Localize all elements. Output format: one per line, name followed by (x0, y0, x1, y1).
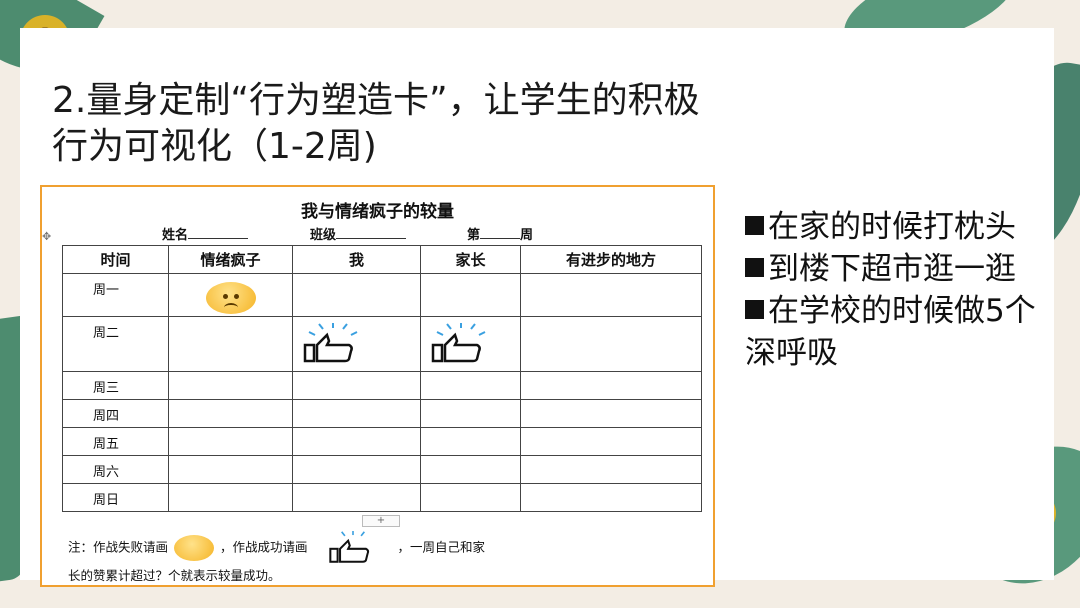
parent-cell (420, 483, 521, 512)
me-cell (292, 371, 421, 400)
behavior-table: 时间 情绪疯子 我 家长 有进步的地方 周一 周二 周三 周四 周五 周六 周日 (62, 245, 702, 512)
day-cell: 周二 (62, 316, 169, 372)
day-cell: 周五 (62, 427, 169, 456)
slide-title: 2.量身定制“行为塑造卡”，让学生的积极 行为可视化（1-2周) (52, 78, 700, 170)
bullet-item: 在家的时候打枕头 (745, 206, 1045, 248)
column-header: 家长 (420, 245, 521, 274)
name-field: 姓名 (162, 224, 249, 243)
parent-cell (420, 399, 521, 428)
title-line-1: 2.量身定制“行为塑造卡”，让学生的积极 (52, 80, 700, 121)
parent-cell (420, 316, 521, 372)
name-label: 姓名 (162, 228, 189, 243)
me-cell (292, 399, 421, 428)
progress-cell (520, 273, 702, 317)
bullet-item: 在学校的时候做5个深呼吸 (745, 290, 1045, 374)
table-row: 周二 (62, 316, 702, 372)
bullet-text: 到楼下超市逛一逛 (768, 251, 1016, 287)
week-field: 第周 (467, 224, 533, 243)
title-line-2: 行为可视化（1-2周) (52, 126, 377, 167)
class-field: 班级 (310, 224, 407, 243)
table-row: 周四 (62, 399, 702, 428)
progress-cell (520, 455, 702, 484)
parent-cell (420, 455, 521, 484)
sad-face-icon (174, 535, 215, 561)
emotion-cell (168, 399, 293, 428)
column-header: 有进步的地方 (520, 245, 702, 274)
parent-cell (420, 371, 521, 400)
bullet-text: 在家的时候打枕头 (768, 209, 1016, 245)
add-row-button[interactable]: + (362, 515, 400, 527)
note-line-2: 长的赞累计超过？个就表示较量成功。 (68, 568, 281, 583)
emotion-cell (168, 483, 293, 512)
note-text-2: ，作战成功请画 (220, 539, 308, 555)
table-row: 周日 (62, 483, 702, 512)
emotion-cell (168, 273, 293, 317)
progress-cell (520, 371, 702, 400)
me-cell (292, 273, 421, 317)
emotion-cell (168, 427, 293, 456)
parent-cell (420, 427, 521, 456)
emotion-cell (168, 371, 293, 400)
bullet-list: 在家的时候打枕头 到楼下超市逛一逛 在学校的时候做5个深呼吸 (745, 206, 1045, 374)
thumbs-up-icon (431, 323, 486, 363)
column-header: 情绪疯子 (168, 245, 293, 274)
sad-face-icon (205, 282, 256, 314)
bullet-square-icon (745, 258, 764, 277)
table-row: 周一 (62, 273, 702, 317)
bullet-square-icon (745, 216, 764, 235)
column-header: 时间 (62, 245, 169, 274)
card-note: 注：作战失败请画 ，作战成功请画 ，一周自己和家 长的赞累计超过？个就表示较量成功。 (68, 531, 485, 587)
bullet-item: 到楼下超市逛一逛 (745, 248, 1045, 290)
note-text-1: 注：作战失败请画 (68, 539, 169, 555)
parent-cell (420, 273, 521, 317)
week-prefix: 第 (467, 228, 481, 243)
progress-cell (520, 399, 702, 428)
table-header-row: 时间 情绪疯子 我 家长 有进步的地方 (62, 245, 702, 274)
note-line-1: 注：作战失败请画 ，作战成功请画 ，一周自己和家 (68, 531, 485, 565)
emotion-cell (168, 316, 293, 372)
bullet-text: 在学校的时候做5个深呼吸 (745, 293, 1036, 371)
week-suffix: 周 (520, 228, 534, 243)
table-row: 周三 (62, 371, 702, 400)
day-cell: 周三 (62, 371, 169, 400)
me-cell (292, 316, 421, 372)
day-cell: 周四 (62, 399, 169, 428)
day-cell: 周日 (62, 483, 169, 512)
thumbs-up-icon (328, 531, 369, 563)
move-handle-icon[interactable]: ✥ (42, 230, 51, 243)
class-label: 班级 (310, 228, 337, 243)
day-cell: 周六 (62, 455, 169, 484)
progress-cell (520, 483, 702, 512)
thumbs-up-icon (303, 323, 358, 363)
progress-cell (520, 427, 702, 456)
card-heading: 我与情绪疯子的较量 (301, 202, 454, 222)
progress-cell (520, 316, 702, 372)
me-cell (292, 455, 421, 484)
me-cell (292, 427, 421, 456)
note-text-3: ，一周自己和家 (397, 539, 486, 555)
me-cell (292, 483, 421, 512)
column-header: 我 (292, 245, 421, 274)
day-cell: 周一 (62, 273, 169, 317)
table-row: 周六 (62, 455, 702, 484)
table-row: 周五 (62, 427, 702, 456)
bullet-square-icon (745, 300, 764, 319)
emotion-cell (168, 455, 293, 484)
